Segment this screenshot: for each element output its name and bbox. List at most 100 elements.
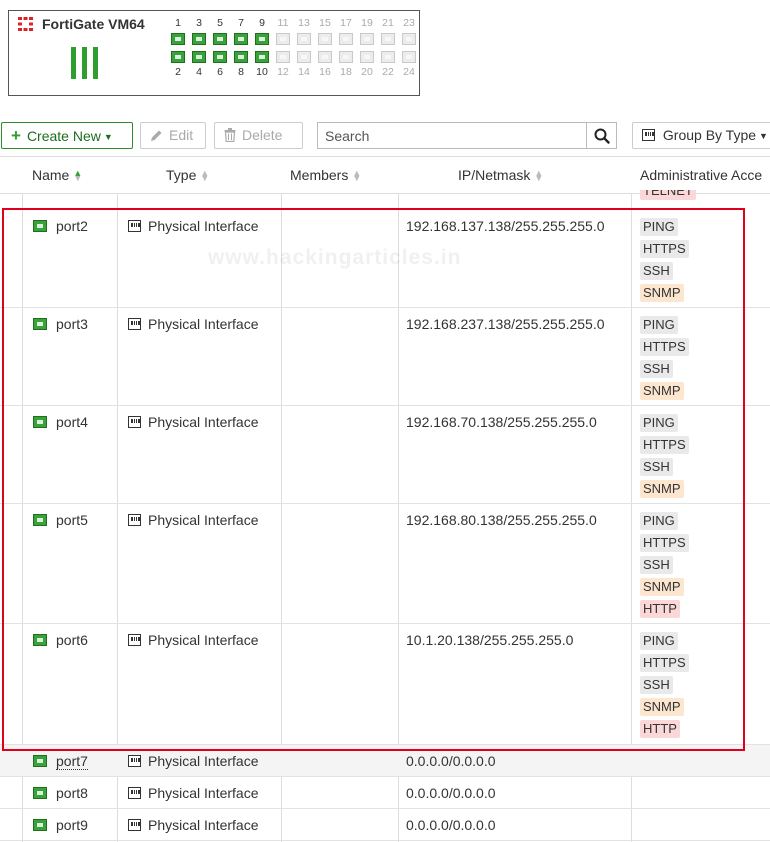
port-2-icon[interactable] [171, 51, 185, 63]
port-12-icon[interactable] [276, 51, 290, 63]
toolbar: +Create New▼ Edit Delete Group By Type▼ [0, 122, 770, 149]
port-number: 20 [361, 66, 373, 78]
interface-name[interactable]: port7 [56, 753, 88, 770]
port-column: 34 [189, 17, 209, 79]
search-button[interactable] [586, 122, 617, 149]
trash-icon [224, 128, 236, 143]
port-3-icon[interactable] [192, 33, 206, 45]
port-number: 3 [196, 17, 202, 29]
pencil-icon [151, 130, 162, 141]
highlight-box [2, 208, 745, 751]
port-number: 11 [277, 17, 289, 29]
partial-access-tag: TELNET [640, 190, 696, 202]
column-header-label: Administrative Acce [640, 167, 763, 183]
search-icon [594, 128, 610, 144]
port-7-icon[interactable] [234, 33, 248, 45]
interface-name[interactable]: port9 [56, 817, 88, 833]
physical-interface-icon [128, 819, 141, 831]
port-10-icon[interactable] [255, 51, 269, 63]
port-23-icon[interactable] [402, 33, 416, 45]
port-column: 9 10 [252, 17, 272, 79]
port-15-icon[interactable] [318, 33, 332, 45]
port-column: 15 16 [315, 17, 335, 79]
port-20-icon[interactable] [360, 51, 374, 63]
port-number: 10 [256, 66, 268, 78]
column-header-label: Members [290, 167, 349, 183]
port-1-icon[interactable] [171, 33, 185, 45]
device-status-icon [71, 47, 105, 81]
interface-type: Physical Interface [148, 785, 259, 801]
sort-icon: ▲ ▼ [200, 168, 210, 184]
column-header-ip-netmask[interactable]: IP/Netmask ▲ ▼ [458, 157, 543, 193]
port-column: 78 [231, 17, 251, 79]
physical-interface-icon [128, 755, 141, 767]
interface-name-cell: port7 [33, 753, 88, 770]
interface-type: Physical Interface [148, 817, 259, 833]
port-number: 1 [175, 17, 181, 29]
table-row[interactable]: port9 Physical Interface 0.0.0.0/0.0.0.0 [0, 809, 770, 841]
port-number: 14 [298, 66, 310, 78]
port-13-icon[interactable] [297, 33, 311, 45]
caret-down-icon: ▼ [759, 130, 768, 141]
port-21-icon[interactable] [381, 33, 395, 45]
delete-button[interactable]: Delete [214, 122, 303, 149]
port-9-icon[interactable] [255, 33, 269, 45]
column-header-label: Type [166, 167, 197, 183]
group-by-label: Group By Type [662, 127, 757, 143]
port-24-icon[interactable] [402, 51, 416, 63]
create-new-label: Create New [26, 128, 101, 144]
access-tag: TELNET [640, 190, 696, 200]
interface-name[interactable]: port8 [56, 785, 88, 801]
administrative-access-cell [640, 785, 760, 809]
port-8-icon[interactable] [234, 51, 248, 63]
port-number: 2 [175, 66, 181, 78]
plus-icon: + [11, 126, 21, 145]
column-header-administrative-access[interactable]: Administrative Acce [640, 157, 770, 193]
table-row[interactable]: port8 Physical Interface 0.0.0.0/0.0.0.0 [0, 777, 770, 809]
device-panel: FortiGate VM64 1 2 3 4 5 6 7 8 9 10 11 12 13 14 15 16 17… [8, 10, 420, 96]
port-number: 24 [403, 66, 415, 78]
port-column: 13 14 [294, 17, 314, 79]
physical-port-icon [33, 755, 47, 767]
port-number: 9 [259, 17, 265, 29]
port-4-icon[interactable] [192, 51, 206, 63]
port-number: 5 [217, 17, 223, 29]
port-11-icon[interactable] [276, 33, 290, 45]
port-22-icon[interactable] [381, 51, 395, 63]
ip-netmask-cell: 0.0.0.0/0.0.0.0 [406, 817, 496, 833]
port-number: 19 [361, 17, 373, 29]
edit-button[interactable]: Edit [140, 122, 206, 149]
port-14-icon[interactable] [297, 51, 311, 63]
interface-type: Physical Interface [148, 753, 259, 769]
port-number: 7 [238, 17, 244, 29]
column-header-label: IP/Netmask [458, 167, 531, 183]
port-number: 22 [382, 66, 394, 78]
column-header-members[interactable]: Members ▲ ▼ [290, 157, 361, 193]
port-19-icon[interactable] [360, 33, 374, 45]
port-number: 16 [319, 66, 331, 78]
interface-type-cell: Physical Interface [128, 817, 259, 833]
port-16-icon[interactable] [318, 51, 332, 63]
port-number: 23 [403, 17, 415, 29]
interface-type-cell: Physical Interface [128, 753, 259, 769]
port-number: 15 [319, 17, 331, 29]
port-number: 21 [382, 17, 394, 29]
interface-type-cell: Physical Interface [128, 785, 259, 801]
column-header-label: Name [32, 167, 70, 183]
edit-label: Edit [169, 127, 194, 143]
physical-interface-icon [128, 787, 141, 799]
port-6-icon[interactable] [213, 51, 227, 63]
port-17-icon[interactable] [339, 33, 353, 45]
caret-down-icon: ▼ [103, 131, 113, 142]
search-input[interactable] [317, 122, 587, 149]
column-header-type[interactable]: Type ▲ ▼ [166, 157, 209, 193]
table-header: Name ▲ ▼ Type ▲ ▼ Members ▲ ▼ IP/Netmask ▲ ▼ Adm… [0, 156, 770, 194]
port-18-icon[interactable] [339, 51, 353, 63]
sort-icon: ▲ ▼ [352, 168, 362, 184]
column-header-name[interactable]: Name ▲ ▼ [32, 157, 82, 193]
port-5-icon[interactable] [213, 33, 227, 45]
group-by-type-button[interactable]: Group By Type ▼ [632, 122, 770, 149]
port-column: 19 20 [357, 17, 377, 79]
create-new-button[interactable]: + Create New ▼ [1, 122, 133, 149]
port-column: 23 24 [399, 17, 419, 79]
